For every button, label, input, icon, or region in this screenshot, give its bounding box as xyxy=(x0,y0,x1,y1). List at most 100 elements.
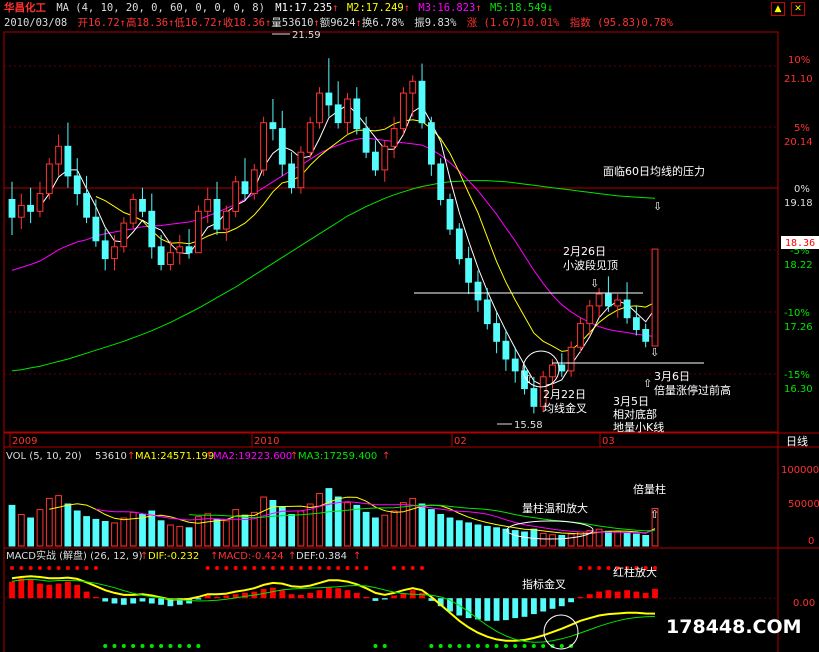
candle-body xyxy=(437,163,445,200)
macd-signal-dot xyxy=(149,644,154,648)
macd-histogram-bar xyxy=(521,598,528,617)
candle-body xyxy=(213,199,221,230)
macd-signal-dot xyxy=(317,566,322,570)
volume-bar xyxy=(129,511,137,547)
macd-signal-dot xyxy=(587,566,592,570)
volume-bar xyxy=(222,520,230,547)
volume-bar xyxy=(446,517,454,547)
macd-signal-dot xyxy=(289,566,294,570)
feb26-note: 小波段见顶 xyxy=(563,258,618,272)
volume-bar xyxy=(288,514,296,547)
volume-bar xyxy=(297,510,305,547)
volume-bar xyxy=(36,509,44,547)
ma20-line xyxy=(11,137,656,338)
volume-bar xyxy=(381,514,389,547)
volume-bar xyxy=(549,534,556,547)
candle-body xyxy=(45,163,53,195)
volume-bar xyxy=(278,507,286,547)
time-axis: 2009 2010 02 03 日线 xyxy=(9,433,808,448)
macd-histogram-bar xyxy=(633,591,640,599)
volume-bar xyxy=(167,524,174,547)
candle-body xyxy=(400,92,407,130)
macd-histogram-bar xyxy=(577,596,584,599)
candle-body xyxy=(139,199,146,212)
percent-label: 0% xyxy=(794,184,810,195)
price-label: 21.10 xyxy=(784,74,813,85)
candle-body xyxy=(167,252,174,265)
macd-signal-dot xyxy=(103,644,108,648)
volume-bar xyxy=(45,497,53,547)
candle-body xyxy=(586,305,594,325)
macd-histogram xyxy=(4,566,778,648)
macd-signal-dot xyxy=(382,644,387,648)
candle-body xyxy=(269,122,277,130)
candle-body xyxy=(64,145,72,177)
macd-signal-dot xyxy=(438,644,443,648)
candle xyxy=(27,187,35,224)
macd-signal-dot xyxy=(410,566,415,570)
percent-label: -15% xyxy=(784,370,810,381)
candle xyxy=(297,146,305,194)
candle xyxy=(437,158,445,206)
macd-signal-dot xyxy=(224,566,229,570)
macd-signal-dot xyxy=(559,644,564,648)
macd-histogram-bar xyxy=(558,598,565,607)
candle xyxy=(353,87,361,135)
chart-svg[interactable]: 10% 21.10 5% 20.14 0% 19.18 -5% 18.22 -1… xyxy=(0,0,819,652)
macd-histogram-bar xyxy=(9,581,15,599)
vol-axis-label: 50000 xyxy=(788,499,819,510)
vol-ma1: MA1:24571.199 xyxy=(135,451,214,462)
volume-bar xyxy=(521,531,528,547)
candle-body xyxy=(530,388,538,407)
candle xyxy=(213,181,221,235)
candle xyxy=(428,116,435,176)
volume-bar xyxy=(372,517,379,547)
price-label: 19.18 xyxy=(784,198,813,209)
max-price-label: 21.59 xyxy=(292,30,321,41)
candle xyxy=(120,217,128,253)
macd-signal-dot xyxy=(447,644,452,648)
candle-body xyxy=(232,181,240,212)
percent-label: 10% xyxy=(788,55,810,66)
candle-body xyxy=(260,122,268,171)
macd-histogram-bar xyxy=(344,590,351,599)
candle-body xyxy=(334,104,342,124)
volume-bar xyxy=(111,522,118,547)
macd-signal-dot xyxy=(159,644,164,648)
candle-body xyxy=(577,323,584,348)
macd-signal-dot xyxy=(112,644,117,648)
candle xyxy=(148,193,156,259)
candle xyxy=(306,116,314,159)
macd-params: MACD实战 (解盘) (26, 12, 9) xyxy=(6,549,143,562)
candle-body xyxy=(129,199,137,224)
macd-signal-dot xyxy=(401,566,406,570)
macd-signal-dot xyxy=(65,566,70,570)
macd-histogram-bar xyxy=(326,587,332,599)
feb22-note: 均线金叉 xyxy=(543,401,587,415)
macd-histogram-bar xyxy=(596,591,602,599)
current-price-label: 18.36 xyxy=(785,238,815,249)
volume-bar xyxy=(390,510,398,547)
macd-signal-dot xyxy=(531,644,536,648)
volume-bar xyxy=(362,511,370,547)
macd-signal-dot xyxy=(466,644,471,648)
candle xyxy=(344,93,351,135)
volume-bar xyxy=(400,502,407,547)
macd-signal-dot xyxy=(270,566,275,570)
macd-histogram-bar xyxy=(586,594,593,599)
volume-bar xyxy=(455,520,463,547)
candle-body xyxy=(651,248,659,347)
candle xyxy=(8,181,16,235)
macd-signal-dot xyxy=(56,566,61,570)
mar6-note: 3月6日 xyxy=(654,370,690,383)
candle xyxy=(250,164,258,200)
candle-body xyxy=(148,210,156,248)
volume-bar xyxy=(437,514,445,547)
feb22-note: 2月22日 xyxy=(543,388,586,401)
macd-histogram-bar xyxy=(372,598,379,601)
macd-signal-dot xyxy=(252,566,257,570)
percent-label: 5% xyxy=(794,123,810,134)
macd-signal-dot xyxy=(578,566,583,570)
macd-signal-dot xyxy=(215,566,220,570)
macd-histogram-bar xyxy=(46,584,53,599)
